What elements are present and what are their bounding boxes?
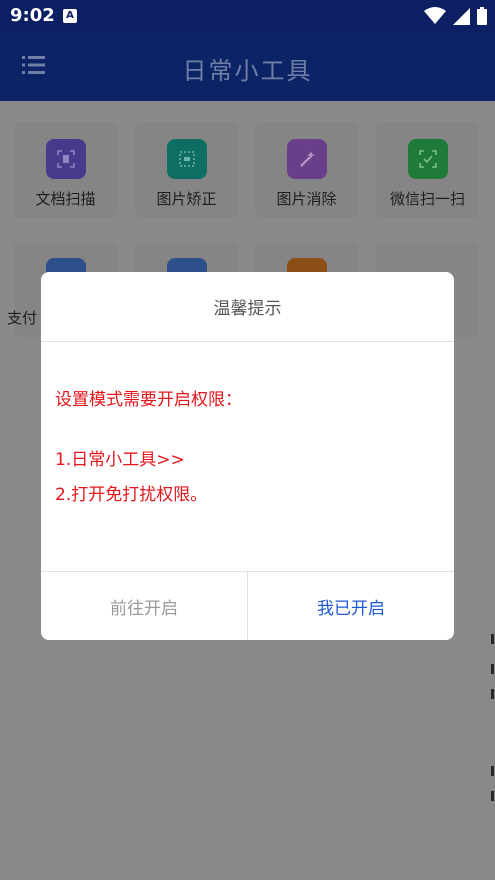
- tool-label: 图片消除: [276, 190, 337, 208]
- wifi-icon: [424, 7, 446, 24]
- edge-mark: [491, 664, 494, 674]
- document-scan-icon: [46, 139, 86, 179]
- dialog-title: 温馨提示: [213, 299, 282, 319]
- tool-tile-image-erase[interactable]: 图片消除: [255, 122, 358, 218]
- dialog-step-2: 2.打开免打扰权限。: [55, 485, 208, 505]
- wechat-scan-icon: [408, 139, 448, 179]
- dialog-divider: [41, 341, 454, 342]
- tool-label: 支付: [7, 309, 38, 327]
- tool-label: 微信扫一扫: [389, 190, 465, 208]
- dialog-step-1: 1.日常小工具>>: [55, 450, 185, 470]
- edge-mark: [491, 689, 494, 699]
- edge-mark: [491, 766, 494, 776]
- dialog-message-heading: 设置模式需要开启权限：: [55, 390, 242, 410]
- go-enable-button[interactable]: 前往开启: [41, 572, 247, 640]
- permission-dialog: 温馨提示 设置模式需要开启权限： 1.日常小工具>> 2.打开免打扰权限。 前往…: [41, 272, 454, 640]
- battery-icon: [477, 7, 487, 25]
- app-bar: 日常小工具: [0, 33, 495, 101]
- image-erase-icon: [287, 139, 327, 179]
- status-bar: 9:02 A: [0, 0, 495, 33]
- already-enabled-button[interactable]: 我已开启: [248, 572, 454, 640]
- tool-label: 文档扫描: [35, 190, 96, 208]
- edge-mark: [491, 634, 494, 644]
- signal-icon: [453, 7, 470, 25]
- status-indicators: [424, 7, 487, 25]
- tool-label: 图片矫正: [156, 190, 217, 208]
- tool-tile-document-scan[interactable]: 文档扫描: [14, 122, 117, 218]
- edge-mark: [491, 791, 494, 801]
- tool-tile-image-correct[interactable]: 图片矫正: [135, 122, 238, 218]
- image-correct-icon: [167, 139, 207, 179]
- status-time: 9:02: [10, 5, 55, 26]
- tool-tile-wechat-scan[interactable]: 微信扫一扫: [376, 122, 479, 218]
- app-title: 日常小工具: [182, 57, 313, 85]
- notification-app-icon: A: [63, 9, 77, 23]
